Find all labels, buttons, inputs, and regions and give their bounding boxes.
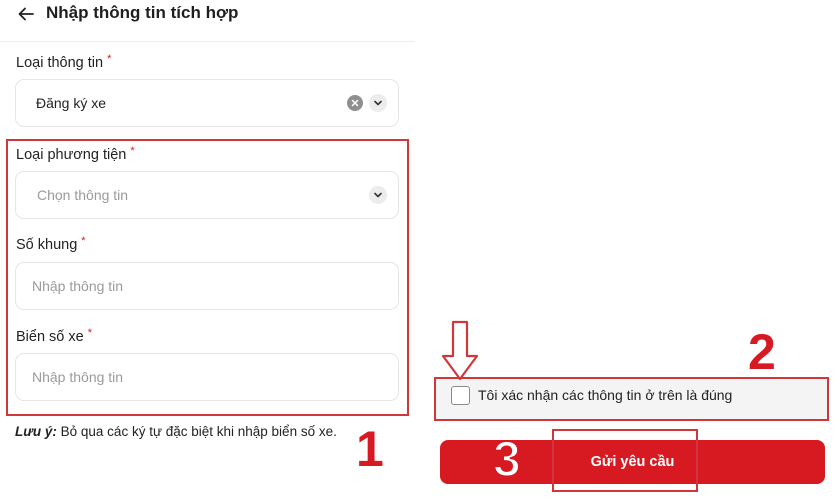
clear-button[interactable] — [347, 95, 363, 111]
annotation-number-1: 1 — [356, 421, 384, 477]
chevron-down-icon — [374, 100, 382, 106]
arrow-left-icon — [18, 7, 34, 21]
arrow-down-outline-icon — [441, 320, 479, 381]
header: Nhập thông tin tích hợp — [0, 0, 415, 42]
annotation-number-2: 2 — [748, 324, 776, 380]
note-prefix: Lưu ý: — [15, 424, 57, 439]
page-title: Nhập thông tin tích hợp — [46, 3, 239, 22]
clear-circle-icon — [351, 99, 359, 107]
note-text: Lưu ý: Bỏ qua các ký tự đặc biệt khi nhậ… — [15, 424, 337, 439]
annotation-box-3 — [552, 429, 698, 492]
back-button[interactable] — [14, 2, 38, 26]
dropdown-button[interactable] — [369, 94, 387, 112]
annotation-box-2 — [434, 377, 829, 421]
info-type-value: Đăng ký xe — [36, 95, 107, 111]
annotation-number-3: 3 — [492, 431, 522, 487]
annotation-box-1 — [6, 139, 409, 416]
info-type-select[interactable]: Đăng ký xe — [15, 79, 399, 127]
info-type-label: Loại thông tin * — [16, 53, 112, 71]
required-mark: * — [107, 53, 112, 65]
